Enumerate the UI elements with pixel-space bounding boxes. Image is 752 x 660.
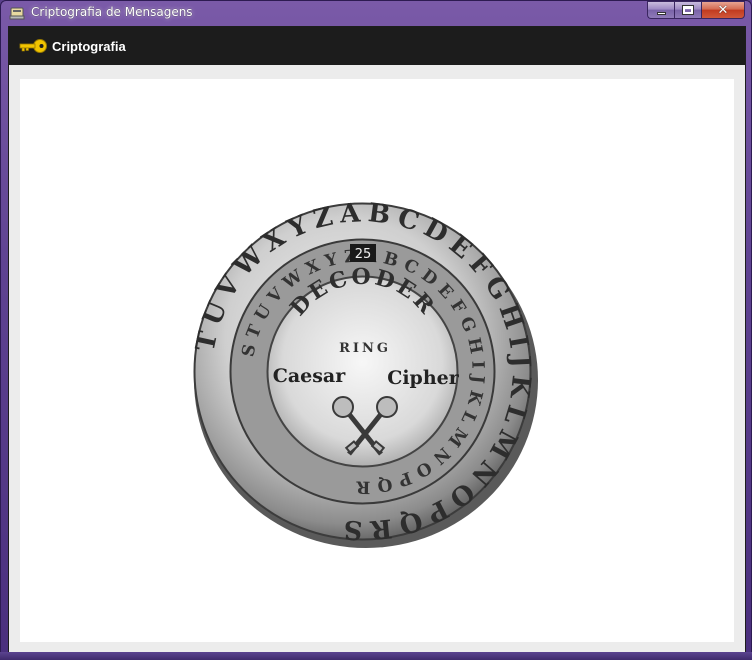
client-area: Criptografia TUVWXYZABCDEFGHIJKLMNOPQRS … bbox=[8, 26, 746, 653]
key-icon bbox=[19, 39, 47, 53]
close-button[interactable]: ✕ bbox=[701, 1, 745, 19]
app-window: Criptografia de Mensagens ✕ Criptografia bbox=[0, 0, 752, 660]
title-bar[interactable]: Criptografia de Mensagens ✕ bbox=[1, 1, 751, 25]
app-title: Criptografia bbox=[52, 39, 126, 54]
maximize-icon bbox=[682, 5, 694, 15]
content-panel: TUVWXYZABCDEFGHIJKLMNOPQRS STUVWXYZABCDE… bbox=[20, 79, 734, 642]
window-bottom-border bbox=[0, 652, 752, 660]
close-icon: ✕ bbox=[717, 2, 729, 18]
decoder-ring-graphic: TUVWXYZABCDEFGHIJKLMNOPQRS STUVWXYZABCDE… bbox=[191, 198, 538, 548]
window-controls: ✕ bbox=[647, 1, 745, 20]
ring-label: RING bbox=[339, 341, 391, 356]
maximize-button[interactable] bbox=[674, 1, 701, 19]
minimize-button[interactable] bbox=[647, 1, 674, 19]
app-header: Criptografia bbox=[9, 27, 745, 65]
app-window-icon[interactable] bbox=[9, 5, 25, 21]
decoder-ring-image: TUVWXYZABCDEFGHIJKLMNOPQRS STUVWXYZABCDE… bbox=[183, 192, 542, 551]
caesar-label: Caesar bbox=[273, 365, 347, 387]
shift-number: 25 bbox=[355, 247, 372, 262]
minimize-icon bbox=[656, 11, 666, 15]
window-title: Criptografia de Mensagens bbox=[31, 5, 193, 19]
cipher-label: Cipher bbox=[387, 367, 460, 389]
